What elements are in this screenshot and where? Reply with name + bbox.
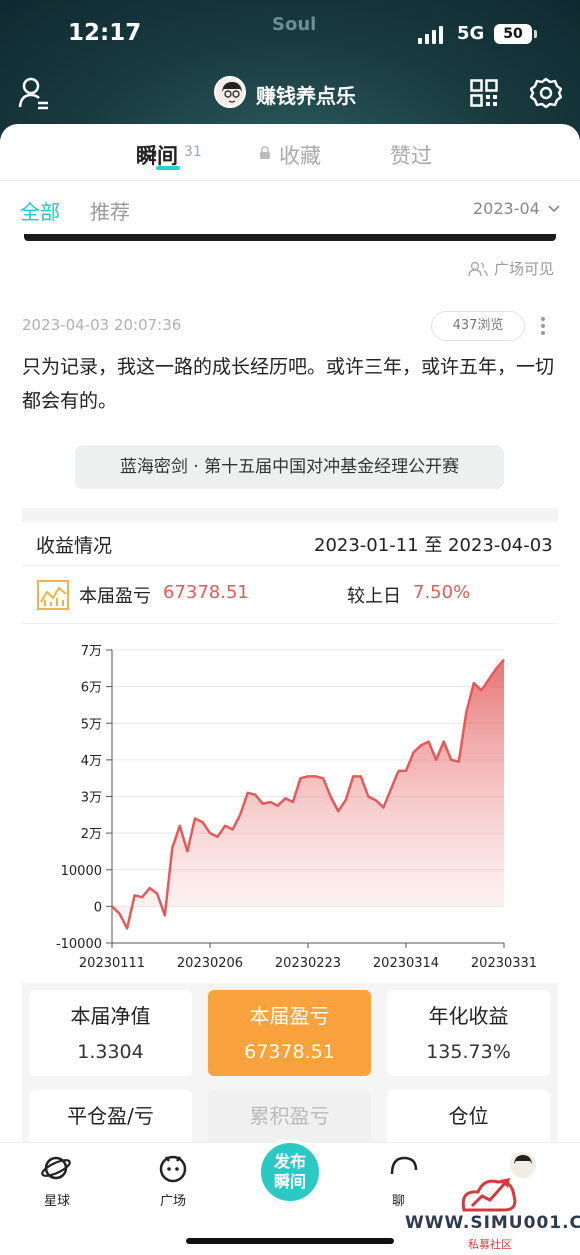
profit-chart: 7万 6万 5万 4万 3万 2万 10000 0 -10000 20230111 20230206…: [56, 644, 537, 971]
stat-card[interactable]: 本届净值 1.3304: [29, 990, 192, 1076]
delta-label: 较上日: [347, 586, 401, 607]
home-indicator: [186, 1238, 394, 1244]
publish-line2: 瞬间: [273, 1172, 306, 1191]
qr-code-icon[interactable]: [470, 79, 498, 107]
post-time: 2023-04-03 20:07:36: [22, 316, 182, 334]
tab-planet[interactable]: 星球: [44, 1190, 70, 1209]
y-tick-label: 6万: [81, 681, 102, 696]
signal-icon: [418, 26, 443, 44]
filter-recommend[interactable]: 推荐: [90, 196, 130, 225]
delta-value: 7.50%: [413, 582, 471, 603]
x-tick-label: 20230314: [373, 956, 439, 971]
stat-label: 年化收益: [428, 1004, 509, 1028]
x-tick-label: 20230223: [275, 956, 341, 971]
stat-card[interactable]: 年化收益 135.73%: [387, 990, 550, 1076]
tab-underline: [156, 166, 180, 170]
avatar[interactable]: [214, 76, 246, 108]
gear-icon[interactable]: [530, 77, 562, 109]
stat-label: 本届盈亏: [249, 1004, 330, 1028]
visibility-label: 广场可见: [468, 258, 554, 279]
pnl-label: 本届盈亏: [79, 586, 151, 607]
line-chart-icon: [37, 580, 69, 610]
network-type: 5G: [457, 23, 485, 44]
switch-account-icon[interactable]: [18, 76, 50, 110]
watermark-subtitle: 私募社区: [468, 1238, 512, 1251]
y-tick-label: 3万: [81, 791, 102, 806]
topic-tag[interactable]: 蓝海密剑 · 第十五届中国对冲基金经理公开赛: [75, 445, 504, 489]
watermark-logo: [461, 1178, 517, 1212]
y-tick-label: -10000: [56, 937, 102, 952]
nickname: 赚钱养点乐: [256, 84, 356, 108]
stat-value: 1.3304: [77, 1041, 144, 1063]
filter-all[interactable]: 全部: [20, 196, 60, 225]
y-tick-label: 0: [94, 900, 102, 915]
date-selector-label: 2023-04: [473, 199, 540, 218]
divider: [0, 180, 580, 181]
stat-label: 仓位: [448, 1104, 489, 1128]
views-badge: 437浏览: [431, 311, 525, 341]
date-selector[interactable]: 2023-04: [473, 199, 561, 218]
x-tick-label: 20230331: [471, 956, 537, 971]
tab-square[interactable]: 广场: [160, 1190, 186, 1209]
publish-button[interactable]: 发布 瞬间: [257, 1139, 323, 1205]
panel-date-range: 2023-01-11 至 2023-04-03: [314, 535, 553, 556]
x-tick-label: 20230111: [79, 956, 145, 971]
y-tick-label: 2万: [81, 827, 102, 842]
x-tick-label: 20230206: [177, 956, 243, 971]
square-icon[interactable]: [157, 1152, 189, 1184]
chevron-down-icon: [548, 205, 560, 213]
more-icon[interactable]: [540, 317, 546, 337]
status-time: 12:17: [68, 20, 142, 46]
stat-value: 135.73%: [426, 1041, 511, 1063]
people-icon: [468, 261, 488, 276]
y-tick-label: 10000: [61, 864, 102, 879]
stat-card-highlight[interactable]: 本届盈亏 67378.51: [208, 990, 371, 1076]
pnl-value: 67378.51: [163, 582, 249, 603]
lock-icon: [260, 146, 270, 159]
watermark-text: WWW.SIMU001.CN: [405, 1213, 580, 1233]
previous-post-image[interactable]: [24, 234, 556, 241]
divider: [22, 623, 558, 624]
divider: [22, 565, 558, 566]
panel-title: 收益情况: [36, 535, 113, 557]
y-tick-label: 4万: [81, 754, 102, 769]
publish-line1: 发布: [273, 1152, 306, 1171]
y-tick-label: 7万: [81, 644, 102, 659]
app-watermark-soul: Soul: [272, 14, 317, 35]
planet-icon[interactable]: [40, 1152, 72, 1184]
stat-label: 累积盈亏: [249, 1104, 330, 1128]
stat-label: 平仓盈/亏: [67, 1104, 154, 1128]
area-fill: [112, 659, 504, 929]
chat-icon[interactable]: [388, 1152, 420, 1184]
tab-favorites[interactable]: 收藏: [279, 140, 321, 170]
y-tick-label: 5万: [81, 717, 102, 732]
visibility-text: 广场可见: [494, 260, 555, 278]
battery-indicator: 50: [494, 24, 537, 44]
stat-label: 本届净值: [70, 1004, 151, 1028]
post-text: 只为记录，我这一路的成长经历吧。或许三年，或许五年，一切都会有的。: [22, 356, 555, 412]
tab-moments-count: 31: [184, 144, 202, 160]
tab-chat[interactable]: 聊: [392, 1190, 405, 1209]
stat-value: 67378.51: [244, 1041, 335, 1063]
tab-liked[interactable]: 赞过: [390, 140, 432, 170]
